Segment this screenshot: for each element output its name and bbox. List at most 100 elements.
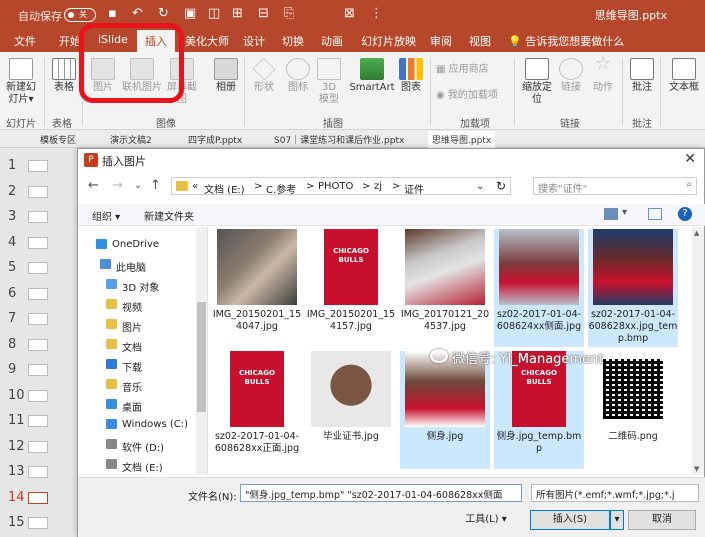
new-folder-button[interactable]: 新建文件夹 [144,208,194,223]
quick-access-icon-2[interactable]: ⊞ [232,6,243,21]
tab-home[interactable]: 开始 [59,33,81,49]
forward-icon[interactable]: → [112,178,123,193]
organize-button[interactable]: 组织 ▾ [92,208,120,223]
address-segment[interactable]: PHOTO [318,181,353,192]
scroll-up-icon[interactable]: ▲ [694,229,699,237]
my-addins-button[interactable]: ◉ 我的加载项 [436,90,506,102]
app-store-button[interactable]: ▦ 应用商店 [436,64,496,76]
tab-slideshow[interactable]: 幻灯片放映 [361,33,416,49]
address-dropdown-icon[interactable]: ⌄ [476,181,484,192]
view-icon[interactable] [604,208,618,220]
tab-transitions[interactable]: 切换 [282,33,304,49]
insert-dropdown-icon[interactable]: ▾ [610,510,624,530]
slide-thumbnail[interactable]: 9 [0,360,62,382]
tree-scrollbar[interactable] [196,227,207,475]
slide-thumbnail[interactable]: 1 [0,156,62,178]
action-button[interactable]: ☆ 动作 [590,55,616,94]
tree-item[interactable]: 图片 [78,315,207,335]
zoom-button[interactable]: 缩放定位 [520,58,554,106]
doc-tab[interactable]: S07｜课堂练习和课后作业.pptx [274,133,404,146]
chart-button[interactable]: 图表 [398,58,424,94]
tree-item[interactable]: Windows (C:) [78,415,207,435]
file-item[interactable]: CHICAGO BULLS IMG_20150201_154157.jpg [306,229,396,347]
tree-scroll-thumb[interactable] [197,302,206,412]
from-start-icon[interactable]: ▣ [184,6,196,21]
tab-review[interactable]: 审阅 [430,33,452,49]
album-button[interactable]: 相册 [212,58,240,94]
comment-button[interactable]: 批注 [628,58,656,94]
quick-access-icon-4[interactable]: ⊠ [344,6,355,21]
file-item[interactable]: CHICAGO BULLS sz02-2017-01-04-608628xx正面.… [212,351,302,469]
new-slide-button[interactable]: 新建幻灯片▾ [4,58,38,106]
tree-item[interactable]: 此电脑 [78,255,207,275]
address-segment[interactable]: 文档 (E:) [204,181,245,196]
tools-button[interactable]: 工具(L) ▾ [458,510,514,530]
slide-thumbnail[interactable]: 14 [0,488,62,510]
address-bar[interactable]: « 文档 (E:) > C.参考 > PHOTO > zj > 证件 ⌄ ↻ [171,177,511,196]
tab-design[interactable]: 设计 [243,33,265,49]
doc-tab[interactable]: 模板专区 [40,133,76,146]
file-item[interactable]: IMG_20170121_204537.jpg [400,229,490,347]
close-icon[interactable]: ✕ [684,151,696,167]
textbox-button[interactable]: 文本框 [666,58,702,94]
address-segment[interactable]: zj [374,181,382,192]
view-dropdown-icon[interactable]: ▾ [622,207,627,218]
tree-item[interactable]: 软件 (D:) [78,435,207,455]
file-item[interactable]: 二维码.png [588,351,678,469]
filename-input[interactable]: "侧身.jpg_temp.bmp" "sz02-2017-01-04-60862… [240,484,522,502]
up-icon[interactable]: ↑ [150,178,161,193]
slide-thumbnail[interactable]: 5 [0,258,62,280]
icons-button[interactable]: 图标 [284,58,312,94]
insert-button[interactable]: 插入(S) [530,510,610,530]
tab-file[interactable]: 文件 [14,33,36,49]
table-button[interactable]: 表格 [50,58,78,94]
tree-item[interactable]: 3D 对象 [78,275,207,295]
file-item[interactable]: 侧身.jpg [400,351,490,469]
address-segment[interactable]: C.参考 [266,181,296,196]
file-item[interactable]: 毕业证书.jpg [306,351,396,469]
file-item[interactable]: IMG_20150201_154047.jpg [212,229,302,347]
slide-thumbnail[interactable]: 2 [0,182,62,204]
slide-thumbnail[interactable]: 8 [0,335,62,357]
slide-thumbnail[interactable]: 12 [0,437,62,459]
preview-pane-icon[interactable] [648,208,662,220]
tree-item[interactable]: 下载 [78,355,207,375]
slide-thumbnail[interactable]: 4 [0,233,62,255]
address-segment[interactable]: 证件 [404,181,424,196]
recent-dropdown-icon[interactable]: ⌄ [134,180,142,191]
quick-access-icon-3[interactable]: ⊟ [258,6,269,21]
model3d-button[interactable]: 3D 模型 [316,58,342,106]
slide-thumbnail[interactable]: 13 [0,462,62,484]
address-overflow[interactable]: « [192,181,198,192]
quick-access-icon-1[interactable]: ◫ [208,6,220,21]
scroll-down-icon[interactable]: ▼ [694,465,699,473]
tree-item[interactable]: 文档 [78,335,207,355]
save-icon[interactable]: ▪ [108,6,117,21]
smartart-button[interactable]: SmartArt [348,58,396,94]
tree-item[interactable]: 音乐 [78,375,207,395]
file-item[interactable]: CHICAGO BULLS 侧身.jpg_temp.bmp [494,351,584,469]
tab-animations[interactable]: 动画 [321,33,343,49]
slide-thumbnail[interactable]: 15 [0,513,62,535]
tab-beautify[interactable]: 美化大师 [185,33,229,49]
autosave-toggle[interactable]: 关 [64,8,96,22]
file-type-select[interactable]: 所有图片(*.emf;*.wmf;*.jpg;*.j [531,484,699,502]
tab-view[interactable]: 视图 [469,33,491,49]
slide-thumbnail[interactable]: 6 [0,284,62,306]
customize-icon[interactable]: ⋮ [370,6,383,21]
slide-thumbnail[interactable]: 3 [0,207,62,229]
slide-thumbnail[interactable]: 11 [0,411,62,433]
file-scrollbar[interactable]: ▲ ▼ [692,227,704,475]
slide-thumbnail[interactable]: 10 [0,386,62,408]
file-item[interactable]: sz02-2017-01-04-608624xx侧面.jpg [494,229,584,347]
shapes-button[interactable]: 形状 [250,57,278,94]
paste-icon[interactable]: ⎘ [284,6,294,21]
tree-item[interactable]: 文档 (E:) [78,455,207,475]
cancel-button[interactable]: 取消 [628,510,696,530]
doc-tab[interactable]: 演示文稿2 [110,133,152,146]
refresh-icon[interactable]: ↻ [496,179,506,193]
tree-item[interactable]: 桌面 [78,395,207,415]
doc-tab-active[interactable]: 思维导图.pptx [428,131,496,148]
doc-tab[interactable]: 四字成P.pptx [188,133,242,146]
slide-thumbnail[interactable]: 7 [0,309,62,331]
